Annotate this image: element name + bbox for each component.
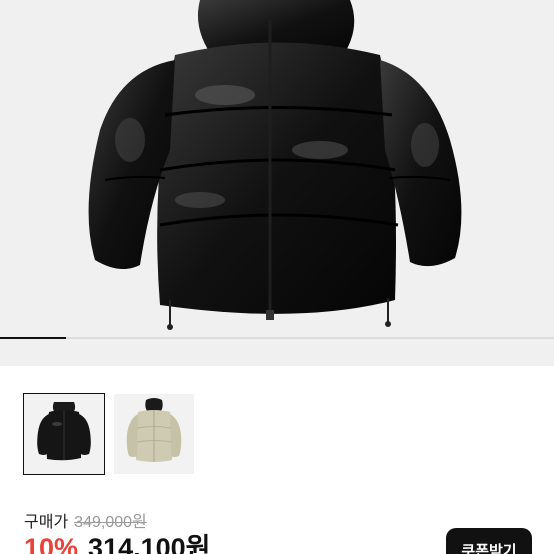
price-label-row: 구매가 349,000원	[24, 508, 147, 532]
thumbnail-strip	[23, 393, 194, 475]
black-puffer-jacket-image	[88, 0, 462, 330]
black-jacket-thumbnail-icon	[24, 394, 104, 474]
thumbnail-black[interactable]	[23, 393, 105, 475]
final-price-row: 10% 314,100원	[24, 533, 211, 554]
discount-rate: 10%	[24, 533, 79, 554]
product-main-image[interactable]	[0, 0, 554, 366]
original-price: 349,000원	[74, 514, 147, 531]
coupon-button[interactable]: 쿠폰받기	[446, 528, 532, 554]
gallery-progress-fill	[0, 337, 67, 339]
gallery-progress-track	[0, 337, 554, 339]
thumbnail-beige[interactable]	[114, 394, 194, 474]
beige-jacket-thumbnail-icon	[114, 394, 194, 474]
final-price: 314,100원	[88, 533, 211, 554]
purchase-price-label: 구매가	[24, 514, 69, 531]
